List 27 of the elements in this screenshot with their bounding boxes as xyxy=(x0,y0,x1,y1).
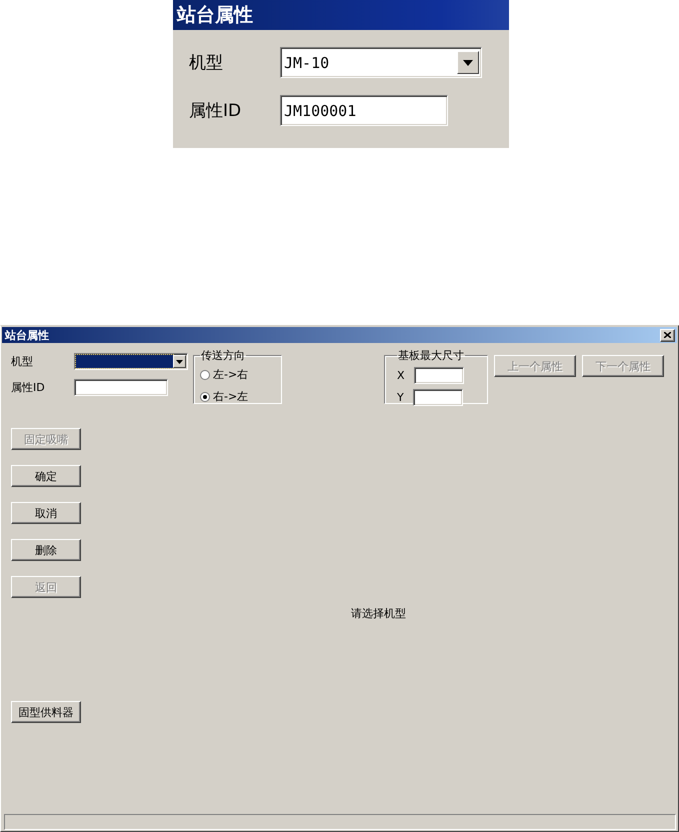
field-label: 属性ID xyxy=(11,380,46,395)
radio-option[interactable]: 左->右 xyxy=(200,367,275,382)
window-title: 站台属性 xyxy=(5,328,49,342)
action-button[interactable]: 固型供料器 xyxy=(11,701,81,723)
window-title: 站台属性 xyxy=(173,0,509,30)
model-dropdown[interactable] xyxy=(74,353,188,370)
input-field[interactable] xyxy=(412,389,463,406)
input-field[interactable]: JM100001 xyxy=(280,95,448,126)
action-button[interactable]: 确定 xyxy=(11,465,81,487)
close-button[interactable] xyxy=(660,328,675,342)
input-field[interactable] xyxy=(414,367,464,384)
field-label: X xyxy=(397,369,405,382)
group-title: 传送方向 xyxy=(200,348,246,363)
model-dropdown[interactable]: JM-10 xyxy=(280,47,482,78)
action-button[interactable]: 取消 xyxy=(11,502,81,524)
input-field[interactable] xyxy=(74,379,168,396)
caret-down-icon xyxy=(176,360,183,364)
field-label: 机型 xyxy=(188,52,224,74)
close-icon xyxy=(664,332,671,338)
field-label: 属性ID xyxy=(188,100,242,122)
radio-option[interactable]: 右->左 xyxy=(200,389,275,404)
group-title: 基板最大尺寸 xyxy=(397,348,465,363)
field-label: 机型 xyxy=(11,354,34,369)
field-label: Y xyxy=(397,391,404,404)
action-button[interactable]: 删除 xyxy=(11,539,81,561)
caret-down-icon xyxy=(463,60,473,66)
status-message: 请选择机型 xyxy=(351,606,406,620)
